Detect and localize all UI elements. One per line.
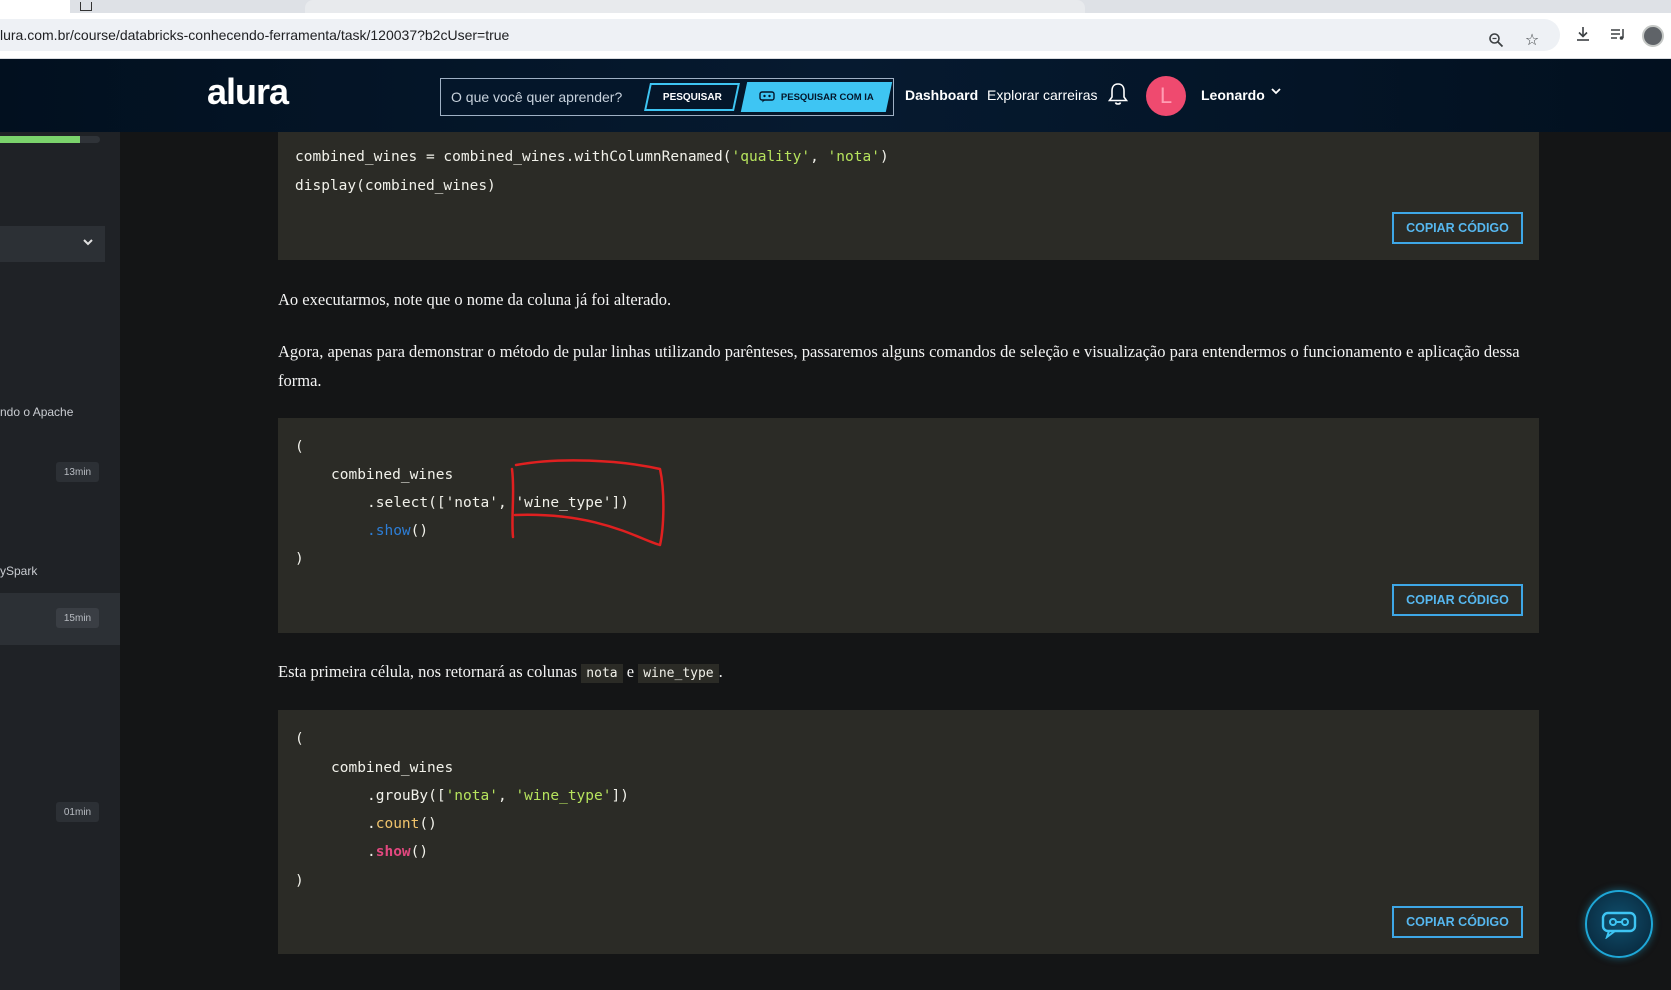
sidebar-item-label[interactable]: ndo o Apache — [0, 405, 73, 419]
ai-chat-icon — [1601, 911, 1637, 939]
zoom-icon[interactable] — [1485, 29, 1507, 51]
code-line: ( — [295, 731, 304, 747]
nav-dashboard[interactable]: Dashboard — [905, 87, 978, 103]
duration-badge: 13min — [56, 462, 99, 482]
url-text[interactable]: lura.com.br/course/databricks-conhecendo… — [0, 27, 509, 43]
paragraph: Ao executarmos, note que o nome da colun… — [278, 290, 672, 309]
user-name[interactable]: Leonardo — [1201, 87, 1265, 103]
user-avatar[interactable]: L — [1146, 76, 1186, 116]
code-line: .count() — [367, 816, 437, 832]
chevron-down-icon — [82, 236, 94, 251]
code-line: combined_wines = combined_wines.withColu… — [295, 149, 889, 165]
duration-badge: 15min — [56, 608, 99, 628]
browser-tab-active[interactable] — [0, 0, 70, 13]
code-line: .show() — [367, 523, 429, 539]
code-line: ( — [295, 439, 304, 455]
paragraph: Agora, apenas para demonstrar o método d… — [278, 342, 1520, 390]
search-ai-button-label: PESQUISAR COM IA — [781, 91, 874, 103]
address-bar[interactable]: lura.com.br/course/databricks-conhecendo… — [0, 19, 1560, 51]
search-ai-button[interactable]: PESQUISAR COM IA — [740, 82, 893, 112]
tab-favicon-icon — [80, 2, 92, 11]
inline-code: nota — [581, 664, 623, 683]
avatar-initial: L — [1159, 83, 1173, 108]
search-button-label: PESQUISAR — [662, 91, 722, 103]
copy-code-button[interactable]: COPIAR CÓDIGO — [1392, 212, 1523, 244]
nav-explore-careers[interactable]: Explorar carreiras — [987, 87, 1097, 103]
copy-code-button[interactable]: COPIAR CÓDIGO — [1392, 906, 1523, 938]
course-progress-fill — [0, 136, 80, 143]
code-line: .show() — [367, 844, 429, 860]
code-block: ( combined_wines .grouBy(['nota', 'wine_… — [278, 710, 1539, 954]
browser-profile-avatar[interactable] — [1642, 25, 1664, 47]
inline-code: wine_type — [638, 664, 719, 683]
alura-logo[interactable]: alura — [207, 71, 289, 113]
code-block: combined_wines = combined_wines.withColu… — [278, 132, 1539, 260]
code-line: ) — [295, 551, 304, 567]
ai-chat-button[interactable] — [1585, 890, 1653, 958]
browser-toolbar: lura.com.br/course/databricks-conhecendo… — [0, 13, 1671, 59]
download-icon[interactable] — [1572, 23, 1594, 45]
ai-chat-icon — [759, 91, 775, 103]
site-header: alura PESQUISAR PESQUISAR COM IA Dashboa… — [0, 59, 1671, 132]
code-line: combined_wines — [331, 760, 454, 776]
chevron-down-icon[interactable] — [1270, 85, 1282, 100]
browser-tab-strip — [0, 0, 1671, 13]
code-line: display(combined_wines) — [295, 178, 496, 194]
course-progress-bar — [0, 136, 100, 143]
sidebar-item-active[interactable]: 15min — [0, 593, 120, 645]
code-line: ) — [295, 873, 304, 889]
section-select[interactable] — [0, 226, 105, 262]
paragraph: Esta primeira célula, nos retornará as c… — [278, 662, 723, 683]
notification-bell-icon[interactable] — [1107, 81, 1129, 107]
lesson-content: combined_wines = combined_wines.withColu… — [120, 132, 1671, 990]
code-block: ( combined_wines .select(['nota', 'wine_… — [278, 418, 1539, 633]
search-bar: PESQUISAR PESQUISAR COM IA — [440, 78, 894, 116]
duration-badge: 01min — [56, 802, 99, 822]
search-input[interactable] — [451, 87, 641, 107]
browser-tab[interactable] — [305, 0, 1085, 13]
code-line: combined_wines — [331, 467, 454, 483]
bookmark-star-icon[interactable]: ☆ — [1521, 29, 1543, 51]
code-line: .grouBy(['nota', 'wine_type']) — [367, 788, 629, 804]
code-line: .select(['nota', 'wine_type']) — [367, 495, 629, 511]
course-sidebar: ndo o Apache 13min ySpark 15min 01min — [0, 132, 120, 990]
search-button[interactable]: PESQUISAR — [644, 83, 740, 111]
media-queue-icon[interactable] — [1607, 23, 1629, 45]
copy-code-button[interactable]: COPIAR CÓDIGO — [1392, 584, 1523, 616]
sidebar-item-label[interactable]: ySpark — [0, 564, 37, 578]
